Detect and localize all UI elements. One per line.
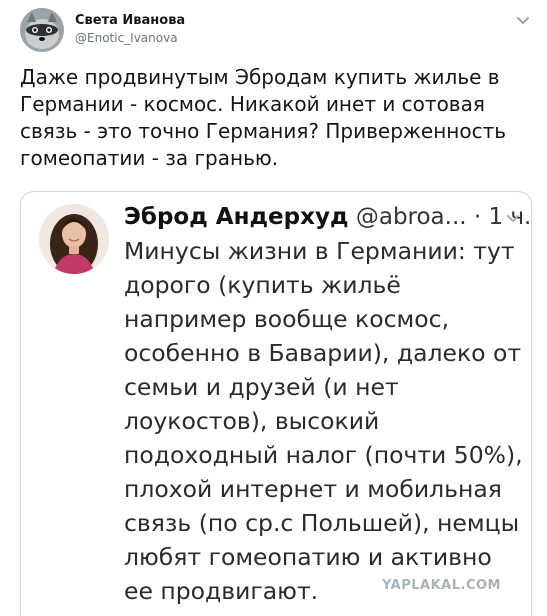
woman-avatar-icon bbox=[39, 204, 109, 274]
chevron-down-icon[interactable] bbox=[505, 210, 521, 226]
quoted-tweet-card[interactable]: Эброд Андерхуд @abroa... · 1 ч. Минусы ж… bbox=[20, 191, 532, 616]
raccoon-avatar-icon bbox=[20, 8, 64, 52]
author-name[interactable]: Света Иванова bbox=[75, 13, 185, 28]
tweet-screenshot: Света Иванова @Enotic_Ivanova Даже продв… bbox=[0, 0, 547, 616]
quoted-timestamp[interactable]: · 1 ч. bbox=[474, 204, 531, 230]
quoted-author-avatar[interactable] bbox=[39, 204, 109, 274]
tweet-text: Даже продвинутым Эбродам купить жилье в … bbox=[20, 65, 507, 170]
chevron-down-icon[interactable] bbox=[515, 12, 531, 28]
quoted-author-name[interactable]: Эброд Андерхуд bbox=[124, 204, 349, 230]
author-handle[interactable]: @Enotic_Ivanova bbox=[75, 31, 178, 45]
quoted-header: Эброд Андерхуд @abroa... · 1 ч. bbox=[124, 202, 531, 232]
watermark: YAPLAKAL.COM bbox=[382, 578, 501, 593]
author-avatar[interactable] bbox=[20, 8, 64, 52]
quoted-tweet-text: Минусы жизни в Германии: тут дорого (куп… bbox=[124, 237, 523, 605]
quoted-author-handle[interactable]: @abroa... bbox=[356, 204, 467, 230]
